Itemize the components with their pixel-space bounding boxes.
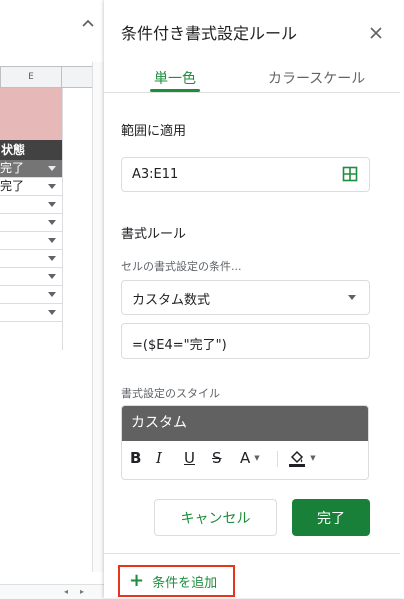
tab-divider bbox=[104, 92, 400, 93]
strikethrough-button[interactable]: S bbox=[212, 446, 222, 470]
dropdown-caret-icon[interactable] bbox=[48, 166, 56, 171]
scroll-left-icon[interactable]: ◂ bbox=[62, 588, 70, 596]
apply-range-label: 範囲に適用 bbox=[121, 124, 187, 139]
condition-dropdown[interactable]: カスタム数式 bbox=[121, 280, 370, 315]
dropdown-caret-icon[interactable] bbox=[48, 292, 56, 297]
table-row[interactable] bbox=[0, 286, 62, 304]
table-row[interactable]: 完了 bbox=[0, 178, 62, 196]
select-range-grid-icon[interactable] bbox=[342, 166, 358, 182]
grid-line bbox=[62, 88, 63, 350]
caret-down-icon: ▼ bbox=[310, 454, 316, 462]
scroll-right-icon[interactable]: ▸ bbox=[78, 588, 86, 596]
table-row[interactable] bbox=[0, 196, 62, 214]
custom-formula-input[interactable]: =($E4="完了") bbox=[121, 323, 370, 359]
chevron-down-icon[interactable] bbox=[348, 295, 356, 300]
text-color-button[interactable]: A ▼ bbox=[240, 446, 260, 470]
style-label: 書式設定のスタイル bbox=[121, 387, 220, 400]
table-row[interactable] bbox=[0, 214, 62, 232]
cancel-button[interactable]: キャンセル bbox=[154, 499, 277, 536]
close-icon[interactable] bbox=[364, 21, 388, 45]
column-header-e[interactable]: E bbox=[0, 66, 62, 88]
fill-color-button[interactable]: ▼ bbox=[284, 446, 320, 470]
dropdown-caret-icon[interactable] bbox=[48, 274, 56, 279]
dropdown-caret-icon[interactable] bbox=[48, 202, 56, 207]
table-row[interactable] bbox=[0, 304, 62, 322]
bottom-divider bbox=[104, 553, 400, 554]
plus-icon: + bbox=[129, 570, 145, 591]
dropdown-caret-icon[interactable] bbox=[48, 220, 56, 225]
caret-down-icon: ▼ bbox=[254, 454, 260, 462]
toolbar-separator bbox=[277, 451, 278, 467]
dropdown-caret-icon[interactable] bbox=[48, 184, 56, 189]
cell-text: 完了 bbox=[0, 161, 25, 175]
format-rules-label: 書式ルール bbox=[121, 227, 187, 242]
italic-button[interactable]: I bbox=[156, 446, 162, 470]
add-rule-button[interactable]: + 条件を追加 bbox=[118, 565, 235, 597]
panel-title: 条件付き書式設定ルール bbox=[121, 24, 298, 43]
horizontal-scrollbar[interactable]: ◂ ▸ bbox=[0, 584, 104, 599]
highlighted-cell-block[interactable] bbox=[0, 88, 62, 140]
dropdown-caret-icon[interactable] bbox=[48, 256, 56, 261]
underline-button[interactable]: U bbox=[184, 446, 195, 470]
dropdown-caret-icon[interactable] bbox=[48, 310, 56, 315]
range-input[interactable]: A3:E11 bbox=[121, 157, 370, 192]
tab-color-scale[interactable]: カラースケール bbox=[268, 68, 365, 88]
cell-text: 完了 bbox=[0, 179, 25, 193]
table-row[interactable]: 完了 bbox=[0, 160, 62, 178]
status-header-cell[interactable]: 状態 bbox=[0, 140, 62, 160]
text-color-icon: A bbox=[240, 449, 251, 467]
table-row[interactable] bbox=[0, 232, 62, 250]
done-button[interactable]: 完了 bbox=[292, 499, 370, 536]
column-header-f[interactable] bbox=[62, 66, 92, 88]
style-preview[interactable]: カスタム bbox=[122, 406, 368, 441]
condition-label: セルの書式設定の条件... bbox=[121, 260, 242, 273]
collapse-chevron-up-icon[interactable] bbox=[78, 13, 98, 33]
add-rule-label: 条件を追加 bbox=[152, 575, 218, 591]
table-row[interactable] bbox=[0, 268, 62, 286]
table-row[interactable] bbox=[0, 250, 62, 268]
dropdown-caret-icon[interactable] bbox=[48, 238, 56, 243]
paint-bucket-icon bbox=[289, 450, 306, 467]
bold-button[interactable]: B bbox=[130, 446, 141, 470]
tab-single-color[interactable]: 単一色 bbox=[154, 68, 196, 88]
